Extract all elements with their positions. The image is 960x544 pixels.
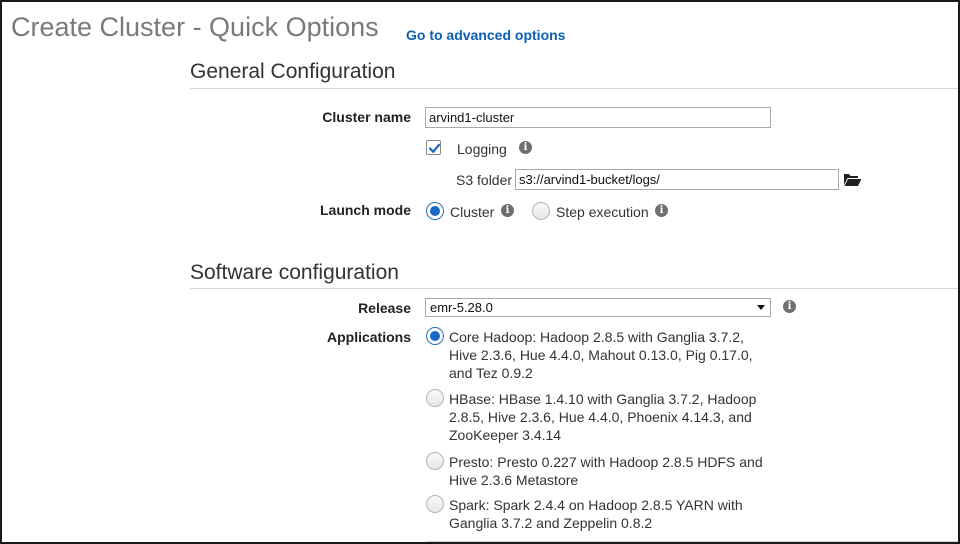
s3-folder-input[interactable]: [515, 169, 839, 190]
info-icon[interactable]: i: [501, 204, 514, 217]
application-presto-label: Presto: Presto 0.227 with Hadoop 2.8.5 H…: [449, 453, 763, 489]
application-presto-radio[interactable]: [426, 452, 444, 470]
info-icon[interactable]: i: [519, 141, 532, 154]
advanced-options-link[interactable]: Go to advanced options: [406, 27, 565, 43]
section-divider: [426, 541, 958, 542]
application-core-hadoop-label: Core Hadoop: Hadoop 2.8.5 with Ganglia 3…: [449, 328, 753, 382]
application-spark-radio[interactable]: [426, 495, 444, 513]
section-divider: [190, 88, 958, 89]
application-text-line: Hive 2.3.6, Hue 4.4.0, Mahout 0.13.0, Pi…: [449, 347, 753, 363]
application-text-line: ZooKeeper 3.4.14: [449, 427, 562, 443]
application-core-hadoop-radio[interactable]: [426, 327, 444, 345]
application-hbase-radio[interactable]: [426, 389, 444, 407]
application-text-line: Ganglia 3.7.2 and Zeppelin 0.8.2: [449, 515, 653, 531]
cluster-name-input[interactable]: [425, 107, 771, 128]
application-text-line: Spark: Spark 2.4.4 on Hadoop 2.8.5 YARN …: [449, 497, 743, 513]
launch-mode-step-radio[interactable]: [532, 202, 550, 220]
logging-label: Logging: [457, 141, 507, 157]
section-divider: [190, 288, 958, 289]
page-frame: Create Cluster - Quick Options Go to adv…: [0, 0, 960, 544]
application-text-line: Core Hadoop: Hadoop 2.8.5 with Ganglia 3…: [449, 329, 744, 345]
launch-mode-cluster-label: Cluster: [450, 204, 495, 220]
page-title: Create Cluster - Quick Options: [11, 12, 379, 42]
checkmark-icon: [428, 143, 441, 153]
launch-mode-cluster-radio[interactable]: [426, 202, 444, 220]
release-select[interactable]: emr-5.28.0: [425, 298, 771, 317]
launch-mode-label: Launch mode: [319, 202, 411, 218]
application-hbase-label: HBase: HBase 1.4.10 with Ganglia 3.7.2, …: [449, 390, 756, 444]
software-configuration-heading: Software configuration: [190, 261, 399, 284]
release-label: Release: [358, 300, 411, 316]
logging-checkbox[interactable]: [426, 140, 441, 155]
info-icon[interactable]: i: [783, 300, 796, 313]
cluster-name-label: Cluster name: [322, 109, 411, 125]
launch-mode-step-label: Step execution: [556, 204, 649, 220]
applications-label: Applications: [326, 329, 411, 345]
info-icon[interactable]: i: [655, 204, 668, 217]
application-text-line: 2.8.5, Hive 2.3.6, Hue 4.4.0, Phoenix 4.…: [449, 409, 752, 425]
application-text-line: and Tez 0.9.2: [449, 365, 533, 381]
chevron-down-icon: [757, 305, 765, 310]
release-selected-value: emr-5.28.0: [430, 300, 493, 315]
application-text-line: Presto: Presto 0.227 with Hadoop 2.8.5 H…: [449, 454, 763, 470]
s3-folder-label: S3 folder: [456, 172, 513, 188]
application-text-line: HBase: HBase 1.4.10 with Ganglia 3.7.2, …: [449, 391, 757, 407]
general-configuration-heading: General Configuration: [190, 60, 396, 83]
application-spark-label: Spark: Spark 2.4.4 on Hadoop 2.8.5 YARN …: [449, 496, 743, 532]
application-text-line: Hive 2.3.6 Metastore: [449, 472, 579, 488]
folder-open-icon[interactable]: [843, 172, 862, 187]
